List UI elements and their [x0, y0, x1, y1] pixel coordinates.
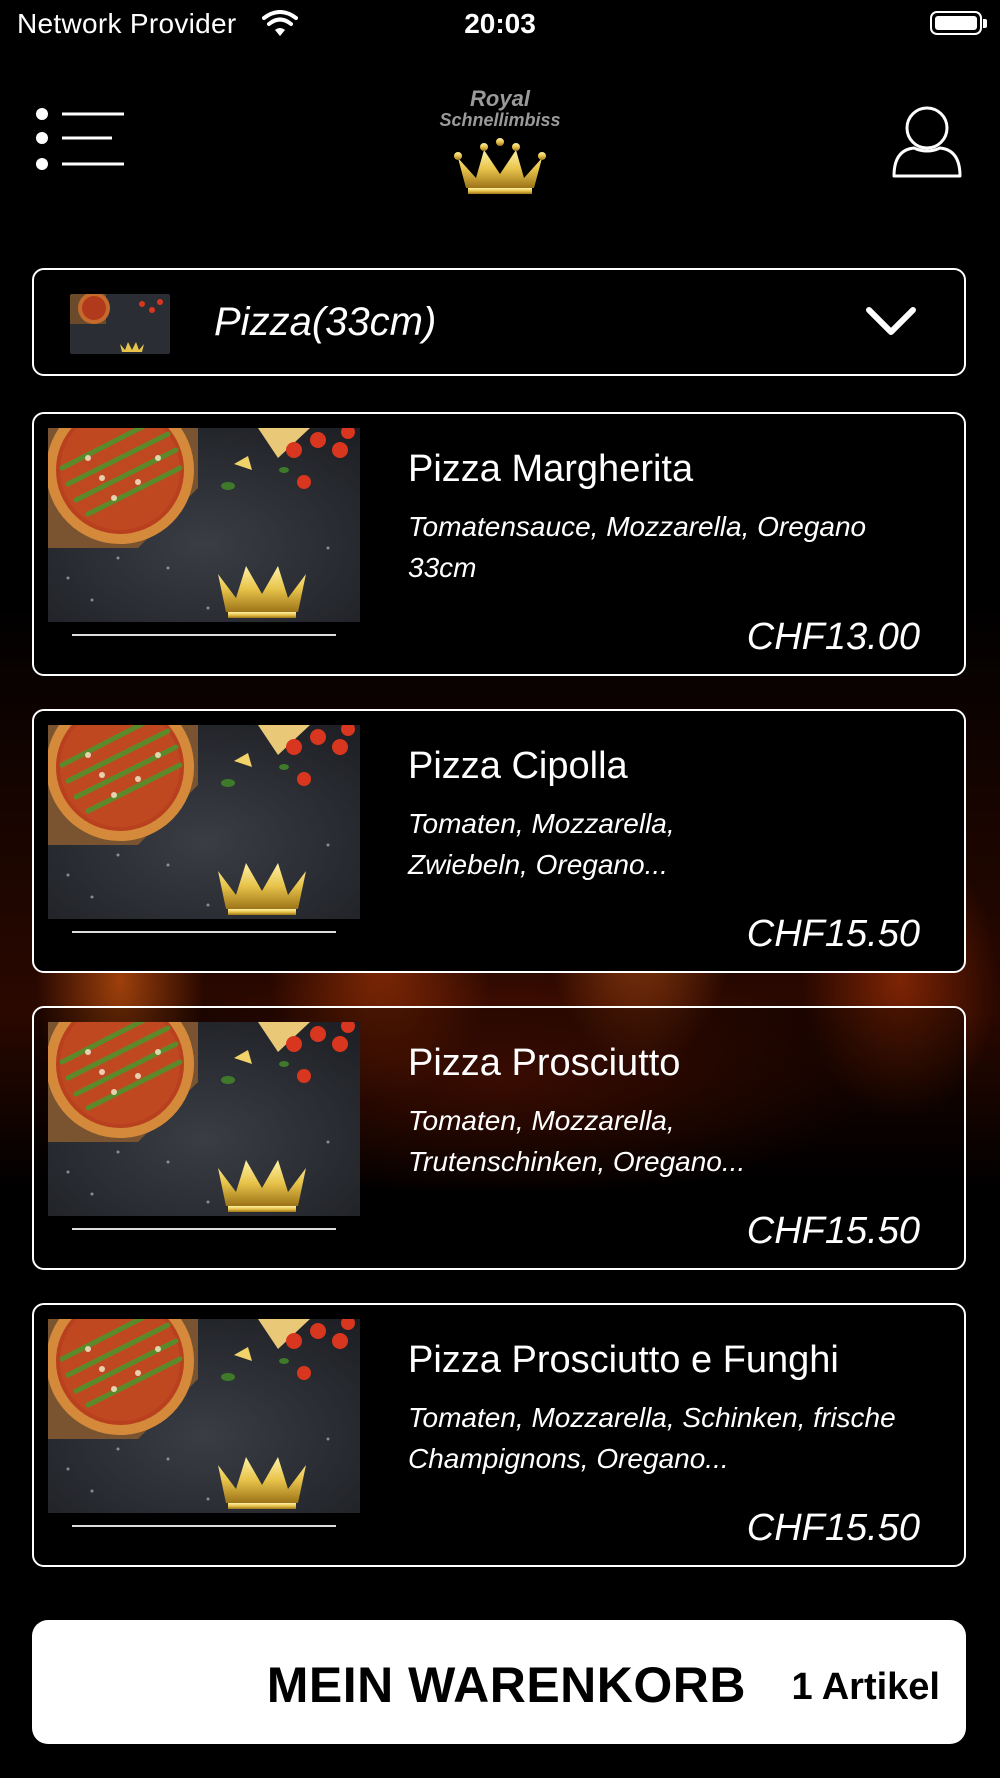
product-description: Tomaten, Mozzarella, Trutenschinken, Ore… [408, 1100, 948, 1182]
product-name: Pizza Margherita [408, 448, 694, 490]
product-description-line1: Tomatensauce, Mozzarella, Oregano [408, 511, 867, 542]
product-name: Pizza Prosciutto e Funghi [408, 1339, 839, 1381]
product-card[interactable]: Pizza Prosciutto Tomaten, Mozzarella, Tr… [32, 1006, 966, 1270]
product-image [48, 725, 360, 919]
product-description-line1: Tomaten, Mozzarella, [408, 1105, 675, 1136]
cart-count: 1 Artikel [791, 1666, 940, 1708]
product-price: CHF15.50 [746, 1210, 920, 1252]
card-divider [72, 931, 336, 933]
product-price: CHF15.50 [746, 1507, 920, 1549]
status-bar: Network Provider 20:03 [0, 0, 1000, 52]
cart-title: MEIN WARENKORB [266, 1657, 746, 1713]
product-image [48, 1022, 360, 1216]
logo-subtitle: Schnellimbiss [439, 110, 561, 130]
cart-button[interactable]: MEIN WARENKORB 1 Artikel [32, 1620, 966, 1744]
product-description-line2: 33cm [408, 552, 477, 583]
product-price: CHF15.50 [746, 913, 920, 955]
chevron-down-icon[interactable] [864, 304, 918, 338]
category-label: Pizza(33cm) [214, 300, 437, 344]
logo-title: Royal [470, 86, 530, 111]
product-description-line2: Champignons, Oregano... [408, 1443, 729, 1474]
product-description: Tomaten, Mozzarella, Schinken, frische C… [408, 1397, 948, 1479]
product-description: Tomatensauce, Mozzarella, Oregano 33cm [408, 506, 948, 588]
clock: 20:03 [464, 8, 536, 39]
product-image [48, 428, 360, 622]
product-description-line2: Trutenschinken, Oregano... [408, 1146, 746, 1177]
app-logo: Royal Schnellimbiss [420, 86, 580, 196]
product-card[interactable]: Pizza Prosciutto e Funghi Tomaten, Mozza… [32, 1303, 966, 1567]
battery-icon [930, 11, 987, 35]
product-description-line2: Zwiebeln, Oregano... [408, 849, 668, 880]
category-dropdown[interactable]: Pizza(33cm) [32, 268, 966, 376]
product-description-line1: Tomaten, Mozzarella, Schinken, frische [408, 1402, 896, 1433]
product-image [48, 1319, 360, 1513]
crown-icon [454, 138, 546, 194]
product-name: Pizza Cipolla [408, 745, 628, 787]
product-card[interactable]: Pizza Margherita Tomatensauce, Mozzarell… [32, 412, 966, 676]
profile-icon[interactable] [890, 104, 964, 180]
card-divider [72, 634, 336, 636]
product-card[interactable]: Pizza Cipolla Tomaten, Mozzarella, Zwieb… [32, 709, 966, 973]
product-description-line1: Tomaten, Mozzarella, [408, 808, 675, 839]
category-thumbnail [70, 294, 170, 354]
card-divider [72, 1525, 336, 1527]
product-description: Tomaten, Mozzarella, Zwiebeln, Oregano..… [408, 803, 948, 885]
card-divider [72, 1228, 336, 1230]
product-name: Pizza Prosciutto [408, 1042, 681, 1084]
product-price: CHF13.00 [746, 616, 920, 658]
menu-icon[interactable] [34, 106, 126, 172]
